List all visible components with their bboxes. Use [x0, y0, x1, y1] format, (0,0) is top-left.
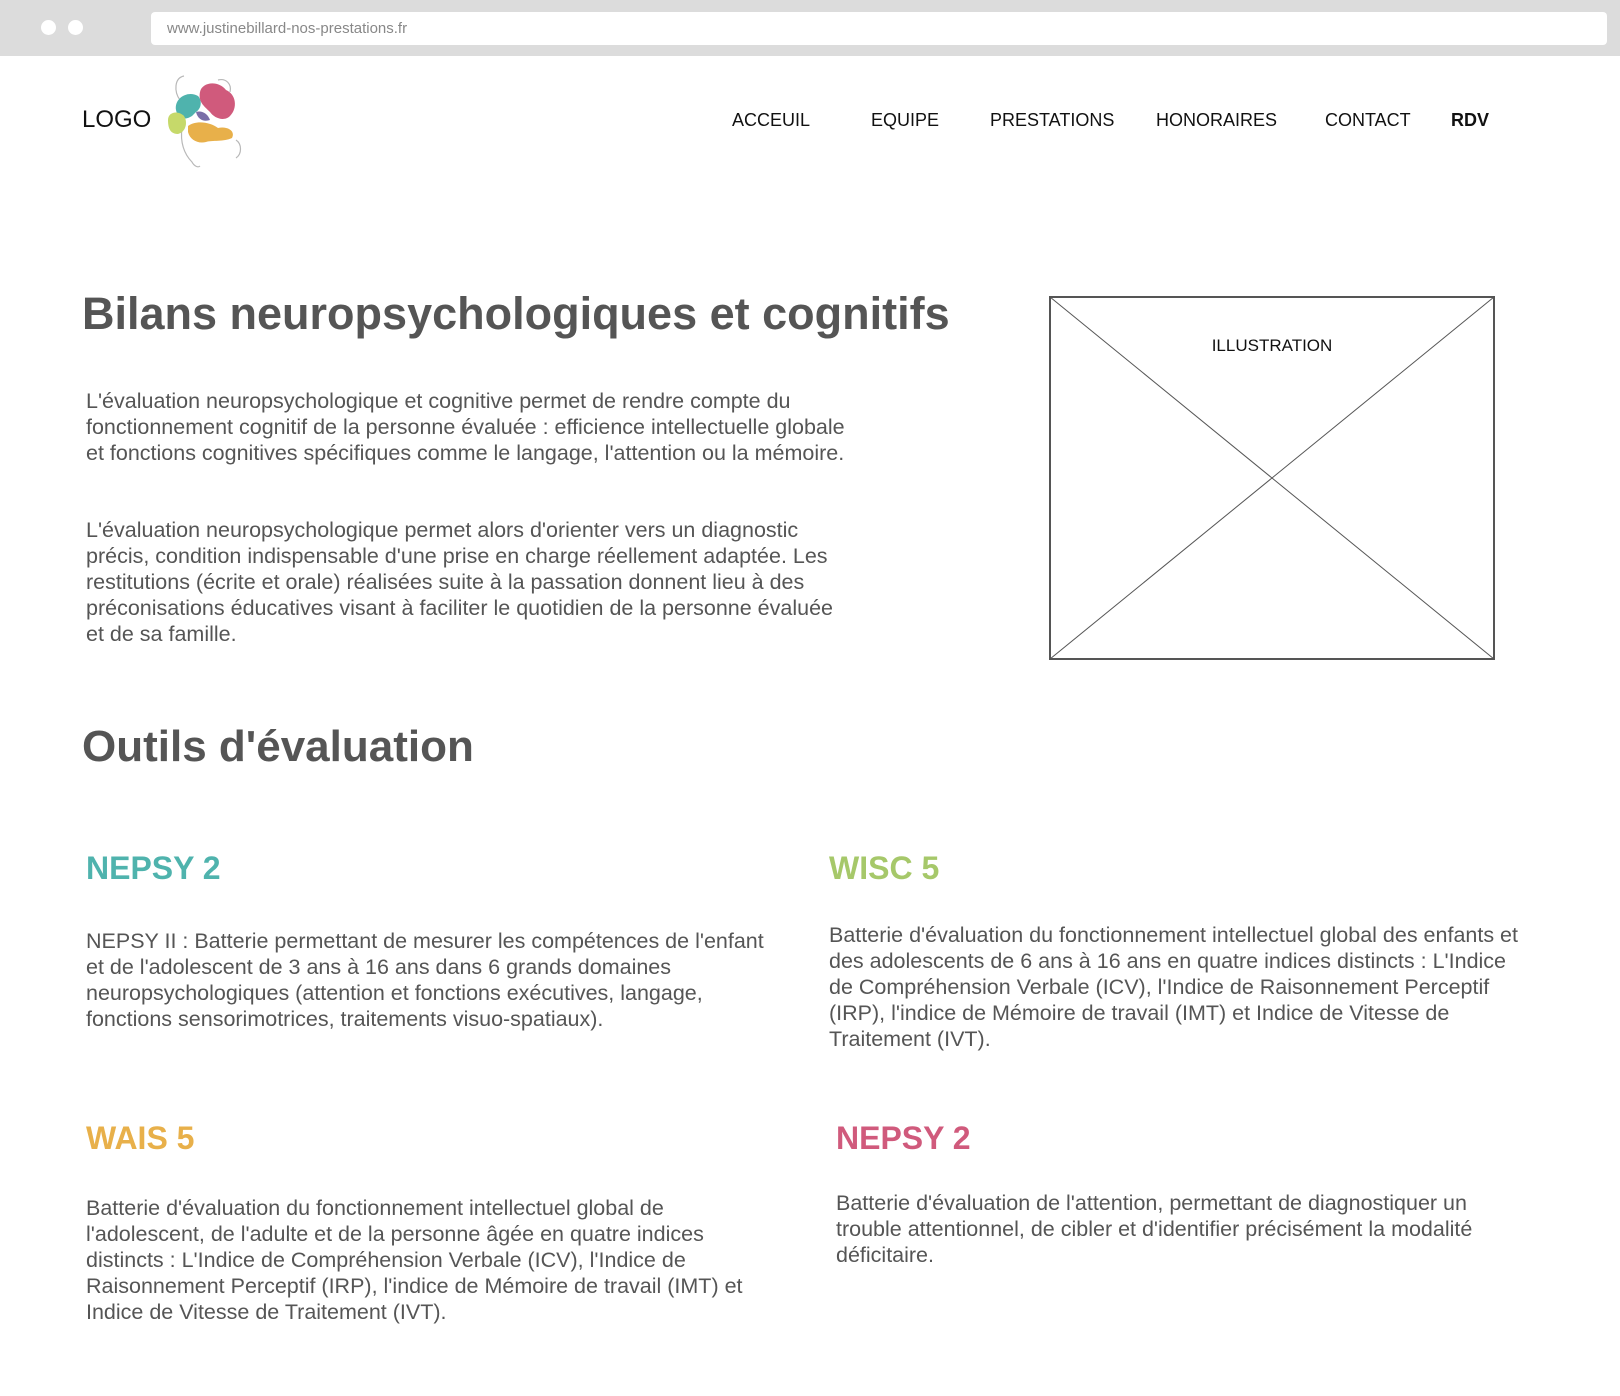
- window-dot-icon[interactable]: [68, 20, 83, 35]
- section-title: Outils d'évaluation: [82, 722, 474, 771]
- nav-item-honoraires[interactable]: HONORAIRES: [1156, 110, 1277, 131]
- illustration-placeholder: ILLUSTRATION: [1049, 296, 1495, 660]
- nav-item-equipe[interactable]: EQUIPE: [871, 110, 939, 131]
- tool-description: Batterie d'évaluation du fonctionnement …: [86, 1196, 743, 1324]
- nav-item-rdv[interactable]: RDV: [1451, 110, 1489, 131]
- tool-title-wais5: WAIS 5: [86, 1120, 195, 1156]
- window-dot-icon[interactable]: [41, 20, 56, 35]
- brain-puzzle-icon: [168, 75, 242, 168]
- page-title: Bilans neuropsychologiques et cognitifs: [82, 288, 950, 339]
- browser-chrome: www.justinebillard-nos-prestations.fr: [0, 0, 1620, 56]
- tool-title-nepsy2-attention: NEPSY 2: [836, 1120, 971, 1156]
- nav-item-contact[interactable]: CONTACT: [1325, 110, 1411, 131]
- tool-description: NEPSY II : Batterie permettant de mesure…: [86, 929, 764, 1031]
- intro-paragraph: L'évaluation neuropsychologique et cogni…: [86, 389, 845, 465]
- nav-item-prestations[interactable]: PRESTATIONS: [990, 110, 1114, 131]
- intro-paragraph: L'évaluation neuropsychologique permet a…: [86, 518, 833, 646]
- logo-text[interactable]: LOGO: [82, 106, 151, 134]
- nav-item-acceuil[interactable]: ACCEUIL: [732, 110, 810, 131]
- address-bar[interactable]: www.justinebillard-nos-prestations.fr: [151, 12, 1607, 45]
- tool-title-wisc5: WISC 5: [829, 850, 940, 886]
- tool-description: Batterie d'évaluation du fonctionnement …: [829, 923, 1518, 1051]
- tool-title-nepsy2: NEPSY 2: [86, 850, 221, 886]
- illustration-label: ILLUSTRATION: [1211, 336, 1333, 355]
- tool-description: Batterie d'évaluation de l'attention, pe…: [836, 1191, 1473, 1267]
